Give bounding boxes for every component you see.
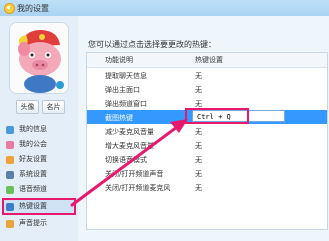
keyboard-icon [6, 203, 14, 211]
row-function: 弹出主面口 [105, 86, 140, 94]
friends-icon [6, 156, 14, 164]
table-row[interactable]: 关闭/打开频道麦克风 无 [87, 180, 327, 194]
speaker-icon [6, 220, 14, 228]
guild-icon [6, 141, 14, 149]
sidebar-item-label: 我的公会 [19, 140, 47, 148]
sidebar-item-my-guild[interactable]: 我的公会 [3, 137, 75, 152]
sidebar-item-label: 语音频道 [19, 185, 47, 193]
app-icon [4, 3, 15, 14]
table-row[interactable]: 减少麦克风音量 无 [87, 124, 327, 138]
hotkey-highlight-box [185, 108, 249, 124]
avatar[interactable] [9, 22, 69, 94]
table-row[interactable]: 关闭/打开频道声音 无 [87, 166, 327, 180]
sidebar-item-system-settings[interactable]: 系统设置 [3, 167, 75, 182]
table-row[interactable]: 弹出主面口 无 [87, 82, 327, 96]
column-header-function: 功能说明 [105, 56, 133, 64]
row-function: 提取聊天信息 [105, 72, 147, 80]
row-hotkey: 无 [195, 184, 202, 192]
table-row[interactable]: 切换语音模式 无 [87, 152, 327, 166]
sidebar-item-label: 系统设置 [19, 170, 47, 178]
sidebar-item-label: 我的信息 [19, 125, 47, 133]
user-icon [6, 126, 14, 134]
microphone-icon [6, 186, 14, 194]
row-hotkey: 无 [195, 128, 202, 136]
card-button[interactable]: 名片 [42, 100, 65, 114]
window-title: 我的设置 [17, 4, 49, 13]
row-hotkey: 无 [195, 170, 202, 178]
title-bar: 我的设置 [0, 0, 329, 16]
row-function: 关闭/打开频道声音 [105, 170, 164, 178]
row-hotkey: 无 [195, 156, 202, 164]
sidebar-item-voice-channel[interactable]: 语音频道 [3, 182, 75, 197]
hotkey-table: 功能说明 热键设置 提取聊天信息 无 弹出主面口 无 弹出频道窗口 无 截图热键… [86, 52, 328, 230]
hotkey-instructions: 您可以通过点击选择要更改的热键： [88, 40, 216, 49]
table-row[interactable]: 增大麦克风音量 无 [87, 138, 327, 152]
row-function: 增大麦克风音量 [105, 142, 154, 150]
row-hotkey: 无 [195, 142, 202, 150]
row-hotkey: 无 [195, 72, 202, 80]
row-function: 弹出频道窗口 [105, 100, 147, 108]
table-header: 功能说明 热键设置 [87, 53, 327, 68]
row-function: 减少麦克风音量 [105, 128, 154, 136]
row-function: 截图热键 [105, 114, 133, 122]
sidebar-item-label: 声音提示 [19, 219, 47, 227]
sidebar-item-my-info[interactable]: 我的信息 [3, 122, 75, 137]
sidebar-item-label: 好友设置 [19, 155, 47, 163]
sidebar-item-hotkey-settings[interactable]: 热键设置 [2, 198, 76, 215]
table-row[interactable]: 提取聊天信息 无 [87, 68, 327, 82]
column-header-hotkey: 热键设置 [195, 56, 223, 64]
avatar-button[interactable]: 头像 [16, 100, 39, 114]
sidebar-item-sound-alerts[interactable]: 声音提示 [3, 216, 75, 231]
gear-icon [6, 171, 14, 179]
row-function: 切换语音模式 [105, 156, 147, 164]
pig-avatar-image [10, 23, 68, 93]
sidebar-item-label: 热键设置 [19, 202, 47, 210]
row-function: 关闭/打开频道麦克风 [105, 184, 171, 192]
sidebar-item-friend-settings[interactable]: 好友设置 [3, 152, 75, 167]
row-hotkey: 无 [195, 86, 202, 94]
